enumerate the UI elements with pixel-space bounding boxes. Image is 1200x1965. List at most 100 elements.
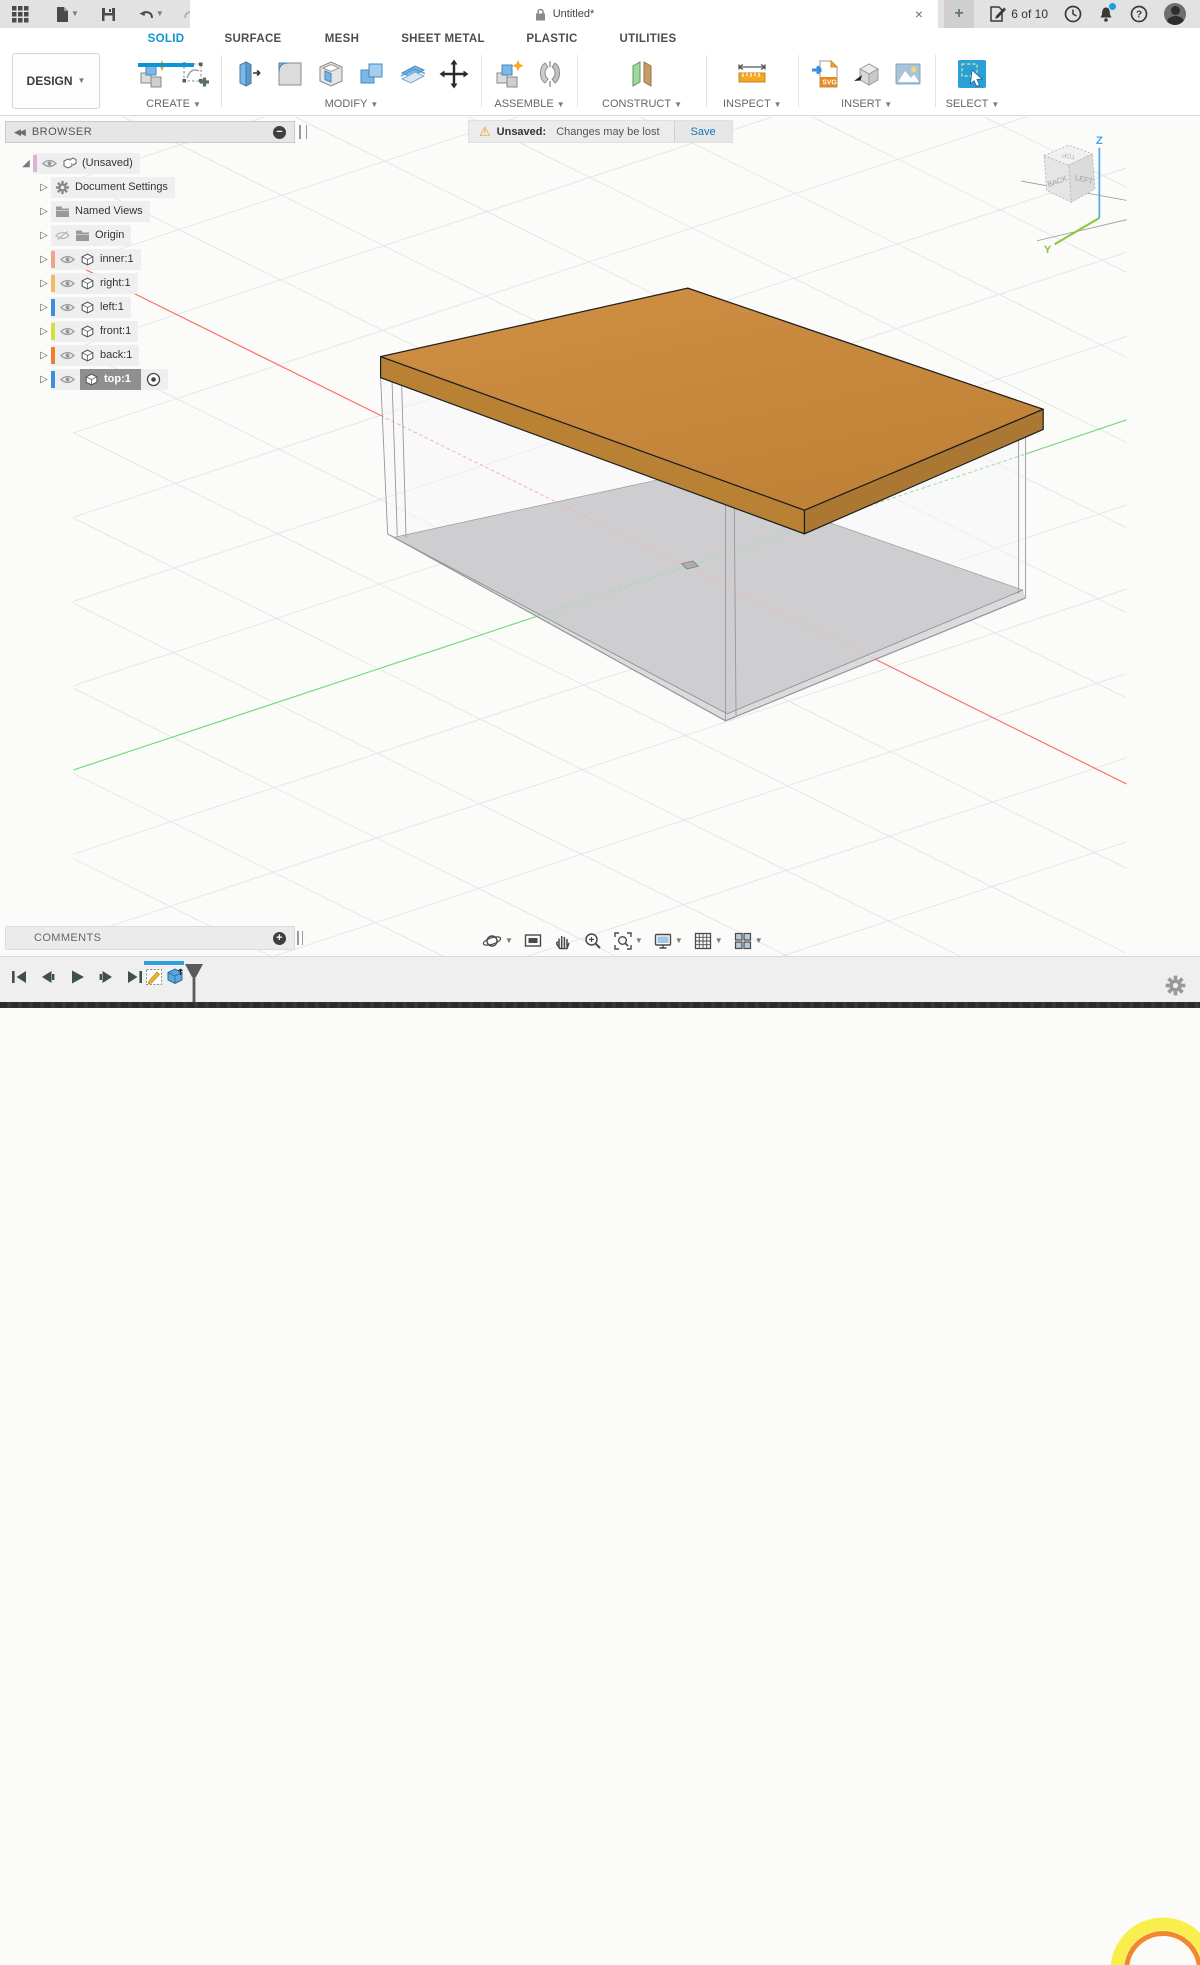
expand-caret-icon[interactable]: ▷: [37, 302, 51, 313]
timeline-playhead[interactable]: [184, 963, 204, 1003]
play-icon[interactable]: [66, 965, 88, 989]
tree-row-named-views[interactable]: ▷ Named Views: [5, 199, 305, 223]
expand-caret-icon[interactable]: ▷: [37, 326, 51, 337]
sketch-feature-icon[interactable]: [145, 968, 163, 986]
new-component-icon[interactable]: [492, 57, 526, 91]
expand-caret-icon[interactable]: ▷: [37, 206, 51, 217]
eye-icon[interactable]: [60, 350, 75, 361]
extrude-feature-icon[interactable]: [165, 966, 185, 986]
tree-row-right[interactable]: ▷ right:1: [5, 271, 305, 295]
tree-item-label[interactable]: front:1: [100, 325, 131, 337]
viewport-3d[interactable]: Z Y BACK LEFT TOP ◀◀ BROWSER − ◢: [0, 117, 1200, 956]
tree-item-label[interactable]: back:1: [100, 349, 132, 361]
go-to-start-icon[interactable]: [8, 965, 30, 989]
display-settings-icon[interactable]: ▼: [651, 929, 685, 953]
tree-row-left[interactable]: ▷ left:1: [5, 295, 305, 319]
tab-plastic[interactable]: PLASTIC: [504, 28, 600, 49]
canvas-icon[interactable]: [891, 57, 925, 91]
press-pull-icon[interactable]: [232, 57, 266, 91]
viewcube[interactable]: Z Y BACK LEFT TOP: [1021, 135, 1126, 256]
tree-item-label[interactable]: Origin: [95, 229, 124, 241]
gear-icon[interactable]: [1165, 975, 1186, 996]
tree-item-label[interactable]: inner:1: [100, 253, 134, 265]
save-button[interactable]: [97, 5, 120, 24]
design-workspace-button[interactable]: DESIGN▼: [12, 53, 100, 109]
expand-caret-icon[interactable]: ▷: [37, 350, 51, 361]
expand-caret-icon[interactable]: ▷: [37, 278, 51, 289]
tab-solid[interactable]: SOLID: [128, 28, 204, 49]
tree-item-label[interactable]: right:1: [100, 277, 131, 289]
go-to-end-icon[interactable]: [124, 965, 146, 989]
fillet-icon[interactable]: [273, 57, 307, 91]
zoom-icon[interactable]: [581, 929, 605, 953]
tree-item-label[interactable]: (Unsaved): [82, 157, 133, 169]
browser-panel-header[interactable]: ◀◀ BROWSER −: [5, 121, 295, 143]
tree-item-label[interactable]: top:1: [104, 373, 131, 385]
tree-row-inner[interactable]: ▷ inner:1: [5, 247, 305, 271]
clock-button[interactable]: [1064, 5, 1082, 23]
eye-hidden-icon[interactable]: [55, 230, 70, 241]
new-tab-button[interactable]: +: [944, 0, 974, 28]
document-tab[interactable]: Untitled* ×: [190, 0, 938, 28]
eye-icon[interactable]: [60, 326, 75, 337]
offset-face-icon[interactable]: [396, 57, 430, 91]
tab-sheet-metal[interactable]: SHEET METAL: [382, 28, 504, 49]
tree-row-document-settings[interactable]: ▷ Document Settings: [5, 175, 305, 199]
avatar[interactable]: [1164, 3, 1186, 25]
tab-mesh[interactable]: MESH: [302, 28, 382, 49]
selected-item-chip[interactable]: top:1: [80, 369, 141, 390]
look-at-icon[interactable]: [521, 929, 545, 953]
expand-caret-icon[interactable]: ▷: [37, 230, 51, 241]
insert-menu[interactable]: INSERT▼: [841, 98, 892, 113]
eye-icon[interactable]: [60, 302, 75, 313]
tree-item-label[interactable]: Document Settings: [75, 181, 168, 193]
step-forward-icon[interactable]: [95, 965, 117, 989]
eye-icon[interactable]: [60, 374, 75, 385]
expand-caret-icon[interactable]: ▷: [37, 182, 51, 193]
assemble-menu[interactable]: ASSEMBLE▼: [494, 98, 564, 113]
app-grid-icon[interactable]: [8, 4, 33, 25]
tab-surface[interactable]: SURFACE: [204, 28, 302, 49]
expand-caret-icon[interactable]: ◢: [19, 158, 33, 169]
activate-radio-icon[interactable]: [146, 372, 161, 387]
hide-panel-button[interactable]: −: [273, 126, 286, 139]
orbit-icon[interactable]: ▼: [480, 929, 515, 953]
move-icon[interactable]: [437, 57, 471, 91]
modify-menu[interactable]: MODIFY▼: [325, 98, 379, 113]
tree-item-label[interactable]: left:1: [100, 301, 124, 313]
select-menu[interactable]: SELECT▼: [946, 98, 1000, 113]
step-back-icon[interactable]: [37, 965, 59, 989]
measure-icon[interactable]: [735, 57, 769, 91]
eye-icon[interactable]: [42, 158, 57, 169]
file-menu-button[interactable]: ▼: [51, 4, 83, 25]
tree-item-label[interactable]: Named Views: [75, 205, 143, 217]
insert-mesh-icon[interactable]: [850, 57, 884, 91]
pan-icon[interactable]: [551, 929, 575, 953]
tree-row-top-selected[interactable]: ▷ top:1: [5, 367, 305, 391]
insert-svg-icon[interactable]: SVG: [809, 57, 843, 91]
comments-panel-header[interactable]: COMMENTS +: [5, 926, 295, 950]
eye-icon[interactable]: [60, 278, 75, 289]
construct-plane-icon[interactable]: [625, 57, 659, 91]
notifications-button[interactable]: [1098, 6, 1114, 23]
create-menu[interactable]: CREATE▼: [146, 98, 201, 113]
tree-row-root[interactable]: ◢ (Unsaved): [5, 151, 305, 175]
fit-icon[interactable]: ▼: [611, 929, 645, 953]
help-button[interactable]: ?: [1130, 5, 1148, 23]
save-button[interactable]: Save: [674, 121, 732, 142]
expand-caret-icon[interactable]: ▷: [37, 374, 51, 385]
tab-utilities[interactable]: UTILITIES: [600, 28, 696, 49]
eye-icon[interactable]: [60, 254, 75, 265]
inspect-menu[interactable]: INSPECT▼: [723, 98, 782, 113]
viewports-icon[interactable]: ▼: [731, 929, 765, 953]
select-icon[interactable]: [955, 57, 989, 91]
grid-icon[interactable]: ▼: [691, 929, 725, 953]
shell-icon[interactable]: [314, 57, 348, 91]
joint-icon[interactable]: [533, 57, 567, 91]
add-comment-button[interactable]: +: [273, 932, 286, 945]
undo-button[interactable]: ▼: [134, 5, 168, 23]
panel-grip[interactable]: [299, 125, 307, 139]
tree-row-origin[interactable]: ▷ Origin: [5, 223, 305, 247]
panel-grip[interactable]: [297, 931, 303, 945]
tree-row-front[interactable]: ▷ front:1: [5, 319, 305, 343]
